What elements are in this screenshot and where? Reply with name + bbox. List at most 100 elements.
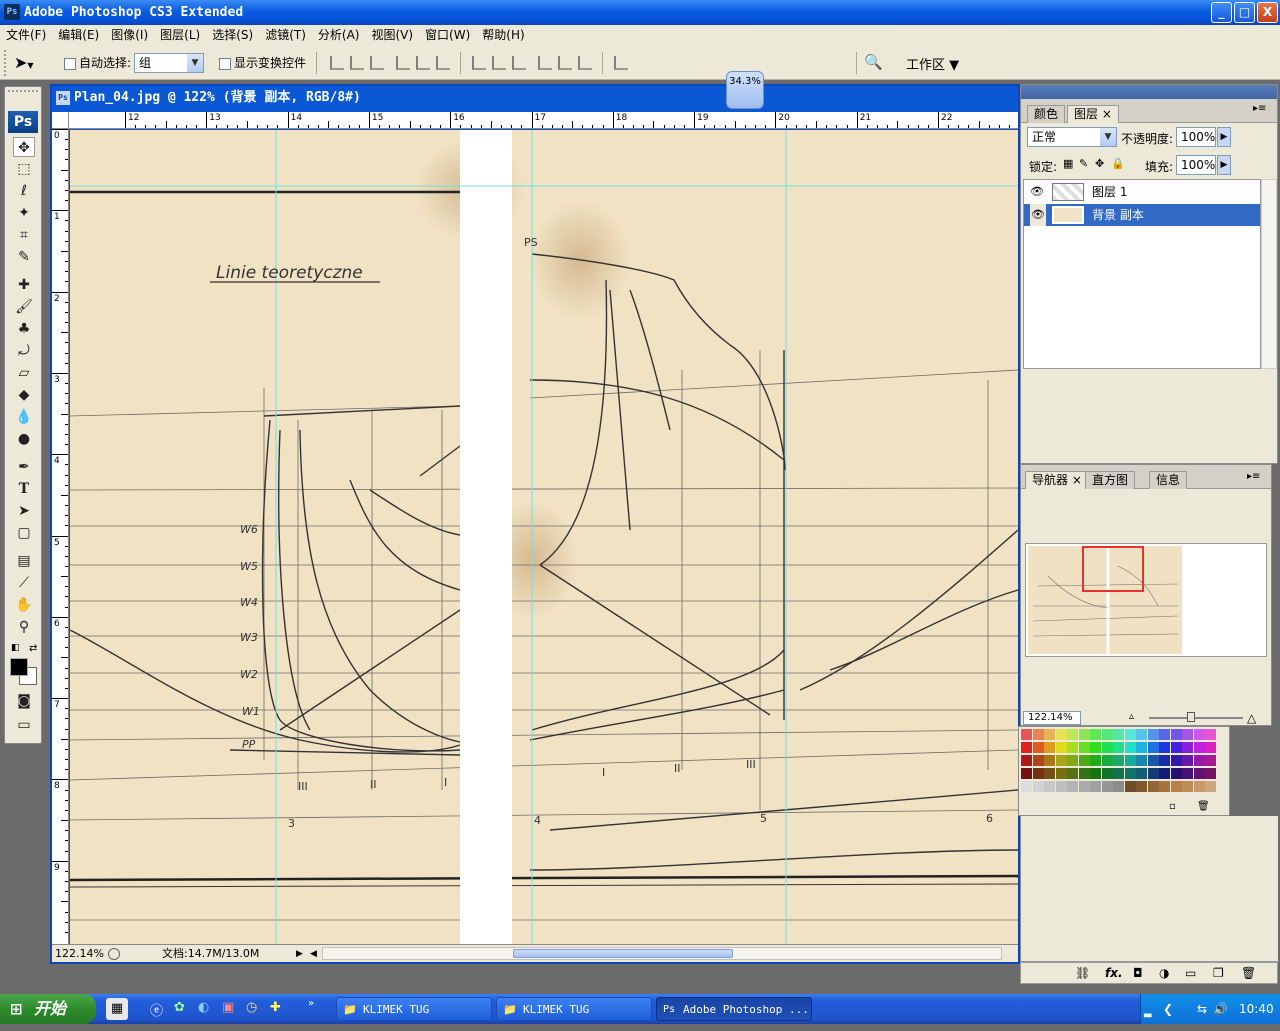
layer-row-selected[interactable]: 👁 背景 副本 bbox=[1024, 204, 1260, 226]
quicklaunch-more-icon[interactable]: » bbox=[308, 998, 314, 1009]
new-swatch-icon[interactable]: ▫ bbox=[1169, 801, 1176, 812]
color-swatch[interactable] bbox=[1055, 768, 1067, 779]
clock-quicklaunch-icon[interactable]: ◷ bbox=[246, 1000, 257, 1015]
color-swatch[interactable] bbox=[1055, 755, 1067, 766]
auto-select-checkbox[interactable] bbox=[64, 57, 76, 70]
color-swatch[interactable] bbox=[1136, 755, 1147, 766]
color-swatch[interactable] bbox=[1078, 755, 1090, 766]
start-button[interactable]: ⊞ 开始 bbox=[0, 994, 96, 1024]
workspace-menu-button[interactable]: 工作区 ▼ bbox=[906, 54, 959, 73]
color-swatch[interactable] bbox=[1032, 742, 1044, 753]
align-bottom-icon[interactable] bbox=[370, 56, 384, 70]
color-swatch[interactable] bbox=[1044, 768, 1055, 779]
color-swatch[interactable] bbox=[1113, 742, 1124, 753]
color-swatch[interactable] bbox=[1124, 729, 1136, 740]
menu-analysis[interactable]: 分析(A) bbox=[312, 25, 366, 46]
menu-filter[interactable]: 滤镜(T) bbox=[259, 25, 312, 46]
color-swatch[interactable] bbox=[1021, 768, 1032, 779]
paint-bucket-tool-icon[interactable]: ◆ bbox=[13, 385, 35, 405]
move-tool-icon[interactable]: ✥ bbox=[13, 137, 35, 157]
swatch-grid[interactable] bbox=[1021, 729, 1217, 797]
slice-tool-icon[interactable]: ✎ bbox=[13, 247, 35, 267]
app-quicklaunch-icon[interactable]: ✿ bbox=[174, 1000, 185, 1015]
auto-select-option[interactable]: 自动选择: bbox=[64, 54, 131, 71]
color-swatch[interactable] bbox=[1159, 768, 1170, 779]
color-swatch[interactable] bbox=[1078, 742, 1090, 753]
color-swatch[interactable] bbox=[1067, 781, 1078, 792]
color-swatch[interactable] bbox=[1147, 729, 1159, 740]
tab-color[interactable]: 颜色 bbox=[1027, 105, 1066, 123]
move-tool-preset-icon[interactable]: ➤▼ bbox=[14, 52, 50, 74]
color-swatch[interactable] bbox=[1113, 781, 1124, 792]
adjustment-icon[interactable]: ◑ bbox=[1159, 963, 1169, 983]
color-swatch[interactable] bbox=[1113, 729, 1124, 740]
color-swatch[interactable] bbox=[1205, 742, 1216, 753]
color-swatch[interactable] bbox=[1090, 742, 1101, 753]
trash-icon[interactable]: 🗑 bbox=[1197, 801, 1210, 812]
lock-all-icon[interactable]: 🔒 bbox=[1111, 157, 1125, 170]
align-top-icon[interactable] bbox=[330, 56, 344, 70]
group-icon[interactable]: ▭ bbox=[1185, 963, 1196, 983]
color-swatch[interactable] bbox=[1159, 781, 1170, 792]
path-selection-tool-icon[interactable]: ➤ bbox=[13, 501, 35, 521]
visibility-eye-icon[interactable]: 👁 bbox=[1030, 181, 1044, 203]
minimize-button[interactable]: _ bbox=[1211, 2, 1232, 23]
color-swatch[interactable] bbox=[1182, 768, 1193, 779]
color-swatch[interactable] bbox=[1205, 755, 1216, 766]
color-swatch[interactable] bbox=[1021, 742, 1032, 753]
quick-mask-icon[interactable]: ◙ bbox=[13, 691, 35, 711]
show-transform-option[interactable]: 显示变换控件 bbox=[219, 54, 306, 71]
tray-expand-icon[interactable]: ❮ bbox=[1163, 994, 1173, 1024]
ps-logo[interactable]: Ps bbox=[8, 111, 38, 133]
color-swatch[interactable] bbox=[1021, 755, 1032, 766]
toolbox-grip[interactable] bbox=[8, 90, 38, 106]
clone-stamp-tool-icon[interactable]: ♣ bbox=[13, 319, 35, 339]
color-swatch[interactable] bbox=[1101, 781, 1113, 792]
color-swatch[interactable] bbox=[1101, 755, 1113, 766]
visibility-eye-icon[interactable]: 👁 bbox=[1030, 204, 1046, 226]
color-swatch[interactable] bbox=[1136, 781, 1147, 792]
align-right-icon[interactable] bbox=[436, 56, 450, 70]
color-swatch[interactable] bbox=[1101, 729, 1113, 740]
color-swatch[interactable] bbox=[1021, 729, 1032, 740]
menu-layer[interactable]: 图层(L) bbox=[154, 25, 206, 46]
color-swatch[interactable] bbox=[1113, 768, 1124, 779]
taskbar-item-photoshop[interactable]: Ps Adobe Photoshop ... bbox=[656, 997, 812, 1021]
healing-brush-tool-icon[interactable]: ✚ bbox=[13, 275, 35, 295]
color-swatch[interactable] bbox=[1055, 742, 1067, 753]
color-swatch[interactable] bbox=[1170, 742, 1182, 753]
navigator-zoom-field[interactable]: 122.14% bbox=[1023, 711, 1081, 725]
fx-icon[interactable]: fx. bbox=[1105, 963, 1123, 983]
show-transform-checkbox[interactable] bbox=[219, 57, 231, 70]
notes-tool-icon[interactable]: ▤ bbox=[13, 551, 35, 571]
fill-slider-arrow-icon[interactable]: ▶ bbox=[1217, 155, 1231, 175]
blur-tool-icon[interactable]: 💧 bbox=[13, 407, 35, 427]
foreground-color-swatch[interactable] bbox=[10, 658, 28, 676]
horizontal-ruler[interactable]: 12 13 14 15 16 17 18 19 20 21 22 bbox=[69, 112, 1018, 129]
status-info-icon[interactable] bbox=[108, 948, 120, 960]
horizontal-scrollbar-track[interactable] bbox=[322, 947, 1002, 960]
document-title-bar[interactable]: Ps Plan_04.jpg @ 122% (背景 副本, RGB/8#) bbox=[52, 86, 1018, 110]
media-quicklaunch-icon[interactable]: ▣ bbox=[222, 1000, 234, 1015]
menu-image[interactable]: 图像(I) bbox=[105, 25, 154, 46]
navigator-preview[interactable] bbox=[1025, 543, 1267, 657]
navigator-view-box[interactable] bbox=[1082, 546, 1144, 592]
link-icon[interactable]: ⛓ bbox=[1075, 963, 1090, 983]
marquee-tool-icon[interactable]: ⬚ bbox=[13, 159, 35, 179]
panel-header[interactable] bbox=[1021, 85, 1277, 99]
color-swatch[interactable] bbox=[1124, 755, 1136, 766]
close-button[interactable]: X bbox=[1257, 2, 1278, 23]
options-grip[interactable] bbox=[4, 50, 8, 76]
menu-file[interactable]: 文件(F) bbox=[0, 25, 52, 46]
color-swatch[interactable] bbox=[1147, 755, 1159, 766]
eraser-tool-icon[interactable]: ▱ bbox=[13, 363, 35, 383]
color-swatch[interactable] bbox=[1090, 768, 1101, 779]
color-swatch[interactable] bbox=[1147, 742, 1159, 753]
keyboard-icon[interactable]: ▬ bbox=[1143, 1001, 1152, 1031]
menu-window[interactable]: 窗口(W) bbox=[419, 25, 476, 46]
auto-align-icon[interactable] bbox=[614, 56, 628, 70]
type-tool-icon[interactable]: T bbox=[13, 479, 35, 499]
dodge-tool-icon[interactable]: ● bbox=[13, 429, 35, 449]
distribute-right-icon[interactable] bbox=[578, 56, 592, 70]
layers-scrollbar[interactable] bbox=[1261, 179, 1277, 369]
